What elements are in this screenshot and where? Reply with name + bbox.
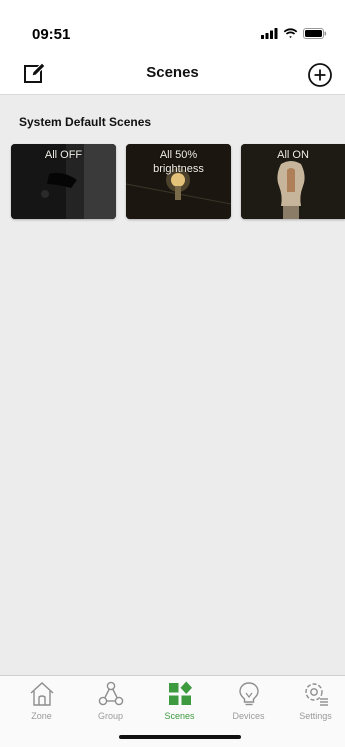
- settings-icon: [304, 683, 328, 706]
- scene-label: All 50% brightness: [153, 149, 204, 175]
- status-bar: 09:51: [0, 0, 345, 54]
- tab-zone[interactable]: Zone: [7, 680, 76, 726]
- section-title: System Default Scenes: [19, 115, 152, 129]
- status-icons: [261, 28, 327, 39]
- scene-label: All OFF: [44, 149, 83, 161]
- wifi-icon: [283, 28, 298, 38]
- tab-group[interactable]: Group: [76, 680, 145, 726]
- scene-card-all-off[interactable]: All OFF: [11, 144, 116, 219]
- scenes-content: System Default Scenes All OFF All 50% br…: [0, 95, 345, 675]
- tab-settings[interactable]: Settings: [281, 680, 345, 726]
- tab-label: Devices: [232, 711, 265, 721]
- page-title: Scenes: [146, 64, 199, 81]
- scenes-icon: [168, 681, 192, 705]
- status-time: 09:51: [32, 26, 71, 43]
- navigation-bar: Scenes: [0, 54, 345, 95]
- scene-card-all-50-brightness[interactable]: All 50% brightness: [126, 144, 231, 219]
- tab-devices[interactable]: Devices: [214, 680, 283, 726]
- battery-icon: [303, 28, 327, 39]
- tab-label: Zone: [31, 711, 52, 721]
- tab-label: Group: [97, 711, 123, 721]
- home-indicator: [119, 735, 241, 739]
- scene-card-all-on[interactable]: All ON: [241, 144, 345, 219]
- tab-label: Scenes: [164, 711, 195, 721]
- bulb-icon: [238, 682, 259, 706]
- home-icon: [30, 682, 53, 706]
- add-scene-icon[interactable]: [307, 62, 333, 88]
- cellular-signal-icon: [261, 28, 278, 39]
- group-icon: [98, 681, 123, 706]
- tab-scenes[interactable]: Scenes: [145, 680, 214, 726]
- scene-label: All ON: [277, 149, 309, 161]
- tab-label: Settings: [299, 711, 332, 721]
